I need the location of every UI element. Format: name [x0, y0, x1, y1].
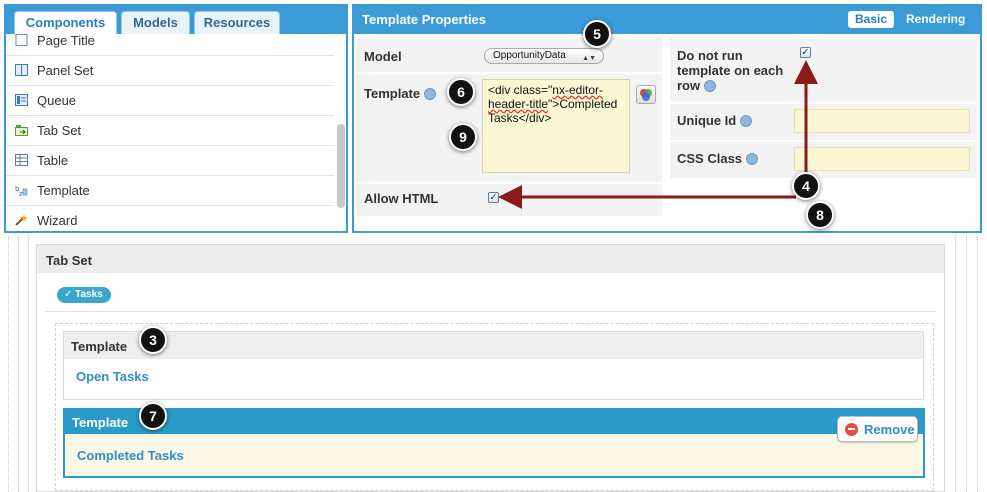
callout-badge-6: 6 — [447, 78, 475, 106]
callout-badge-7: 7 — [139, 402, 167, 430]
callout-badge-3: 3 — [139, 326, 167, 354]
callout-badge-4: 4 — [792, 172, 820, 200]
callout-badge-9: 9 — [449, 123, 477, 151]
callout-badge-5: 5 — [583, 20, 611, 48]
callout-badge-8: 8 — [806, 201, 834, 229]
